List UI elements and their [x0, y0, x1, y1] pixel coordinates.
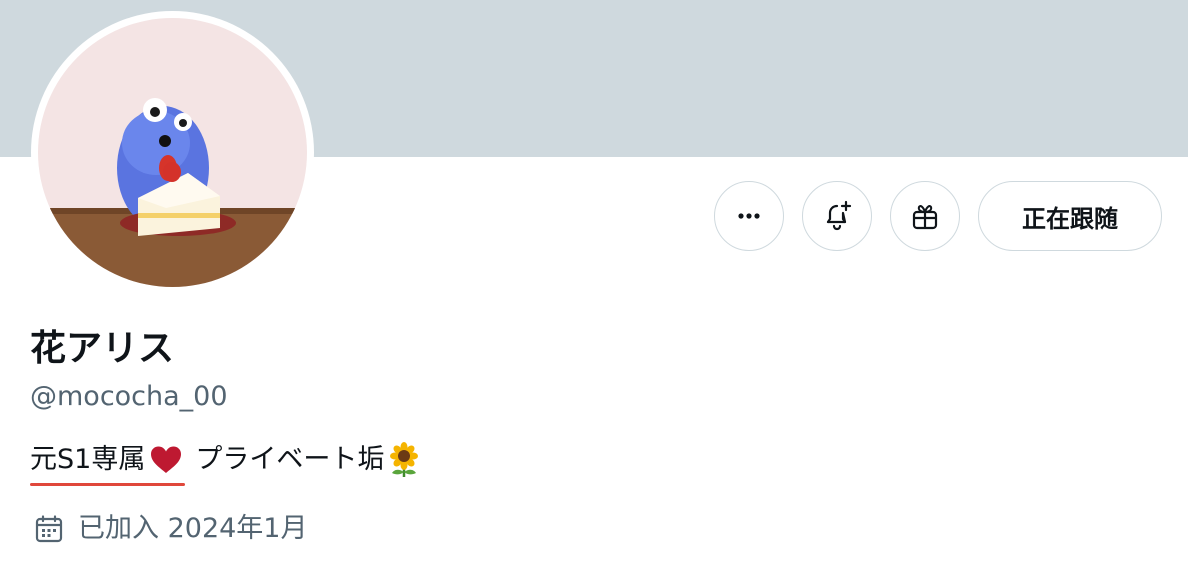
display-name: 花アリス [30, 328, 175, 369]
avatar-image [38, 18, 307, 287]
bell-plus-icon [826, 200, 852, 231]
sunflower-icon [390, 442, 419, 477]
avatar[interactable] [38, 18, 307, 287]
gift-icon [912, 205, 938, 230]
red-underline [30, 483, 186, 486]
gift-button[interactable] [890, 181, 960, 251]
bio: 元S1専属 プライベート垢 [30, 440, 422, 486]
more-button[interactable] [714, 181, 784, 251]
following-button[interactable]: 正在跟随 [978, 181, 1162, 251]
notifications-button[interactable] [802, 181, 872, 251]
joined-text: 已加入 2024年1月 [78, 513, 308, 544]
bio-marked-text: 元S1専属 [30, 444, 146, 475]
following-button-label: 正在跟随 [1022, 204, 1118, 233]
more-horizontal-icon [738, 213, 760, 219]
joined-date: 已加入 2024年1月 [34, 510, 307, 548]
calendar-icon [35, 515, 63, 543]
bio-highlight: 元S1専属 [30, 440, 186, 486]
user-handle: @mococha_00 [30, 381, 228, 412]
bio-rest-text: プライベート垢 [195, 444, 385, 475]
red-heart-icon [151, 446, 182, 473]
